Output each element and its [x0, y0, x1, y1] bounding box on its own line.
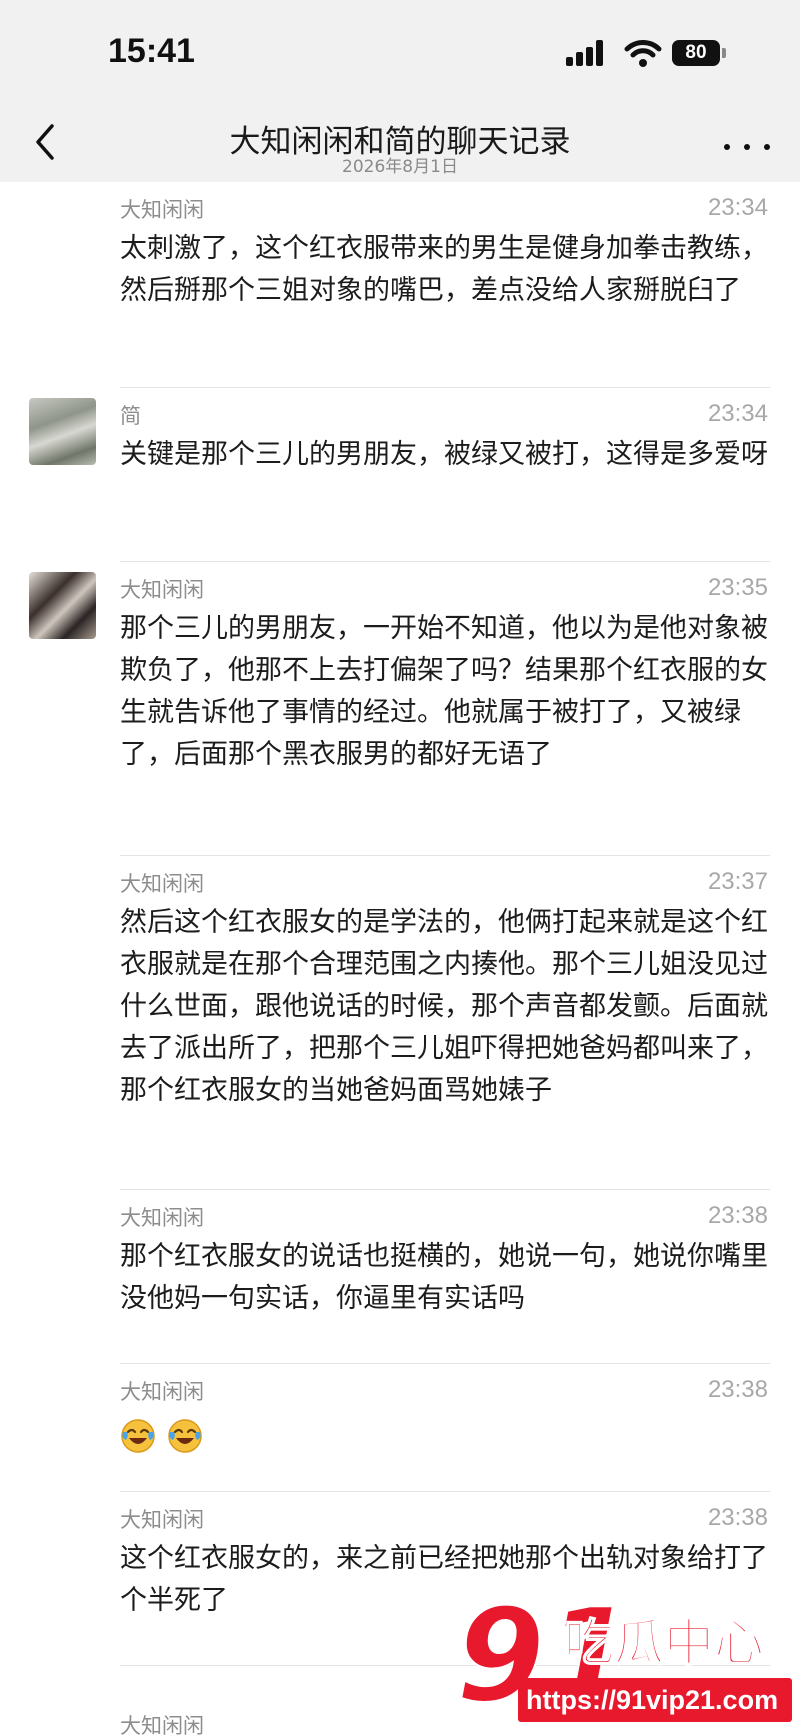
message-sender: 大知闲闲	[120, 1380, 204, 1404]
message-sender: 简	[120, 404, 141, 428]
status-bar: 15:41 80	[0, 0, 800, 110]
message-time: 23:38	[707, 1376, 768, 1403]
message-time: 23:34	[707, 400, 768, 427]
message-sender: 大知闲闲	[120, 872, 204, 896]
chat-date: 2026年8月1日	[342, 157, 458, 177]
message-text: 太刺激了，这个红衣服带来的男生是健身加拳击教练，然后掰那个三姐对象的嘴巴，差点没…	[120, 233, 768, 306]
wifi-icon	[624, 40, 662, 67]
more-dot	[724, 144, 730, 150]
battery-tip	[722, 48, 726, 58]
more-dot	[764, 144, 770, 150]
watermark-logo: 91 吃瓜中心 https://91vip21.com	[455, 1582, 792, 1732]
message-item: 大知闲闲 23:35 那个三儿的男朋友，一开始不知道，他以为是他对象被欺负了，他…	[0, 562, 800, 856]
message-sender: 大知闲闲	[120, 1714, 204, 1736]
message-list[interactable]: 大知闲闲 23:34 太刺激了，这个红衣服带来的男生是健身加拳击教练，然后掰那个…	[0, 182, 800, 1736]
laughing-crying-icon	[121, 1419, 155, 1453]
message-sender: 大知闲闲	[120, 1206, 204, 1230]
laughing-crying-icon	[168, 1419, 202, 1453]
message-item: 大知闲闲 23:38	[0, 1364, 800, 1492]
watermark-brand: 吃瓜中心	[564, 1614, 764, 1672]
avatar[interactable]	[29, 398, 96, 465]
message-text: 那个三儿的男朋友，一开始不知道，他以为是他对象被欺负了，他那不上去打偏架了吗？结…	[120, 613, 768, 770]
message-sender: 大知闲闲	[120, 198, 204, 222]
message-time: 23:37	[707, 868, 768, 895]
message-item: 大知闲闲 23:37 然后这个红衣服女的是学法的，他俩打起来就是这个红衣服就是在…	[0, 856, 800, 1190]
message-item: 大知闲闲 23:38 那个红衣服女的说话也挺横的，她说一句，她说你嘴里没他妈一句…	[0, 1190, 800, 1364]
message-time: 23:35	[707, 574, 768, 601]
watermark-url: https://91vip21.com	[526, 1685, 778, 1715]
more-dot	[744, 144, 750, 150]
message-time: 23:34	[707, 194, 768, 221]
message-sender: 大知闲闲	[120, 1508, 204, 1532]
status-time: 15:41	[108, 32, 195, 70]
message-text: 那个红衣服女的说话也挺横的，她说一句，她说你嘴里没他妈一句实话，你逼里有实话吗	[120, 1241, 768, 1314]
nav-bar: 大知闲闲和简的聊天记录 2026年8月1日	[0, 110, 800, 182]
message-text: 关键是那个三儿的男朋友，被绿又被打，这得是多爱呀	[120, 439, 768, 470]
message-text: 然后这个红衣服女的是学法的，他俩打起来就是这个红衣服就是在那个合理范围之内揍他。…	[120, 907, 768, 1106]
message-time: 23:38	[707, 1202, 768, 1229]
more-options-button[interactable]	[722, 134, 772, 158]
emoji-row	[120, 1418, 209, 1458]
avatar[interactable]	[29, 572, 96, 639]
message-time: 23:38	[707, 1504, 768, 1531]
battery-icon: 80	[672, 40, 720, 66]
cellular-signal-icon	[566, 40, 608, 66]
message-item: 大知闲闲 23:34 太刺激了，这个红衣服带来的男生是健身加拳击教练，然后掰那个…	[0, 182, 800, 388]
message-sender: 大知闲闲	[120, 578, 204, 602]
message-item: 简 23:34 关键是那个三儿的男朋友，被绿又被打，这得是多爱呀	[0, 388, 800, 562]
